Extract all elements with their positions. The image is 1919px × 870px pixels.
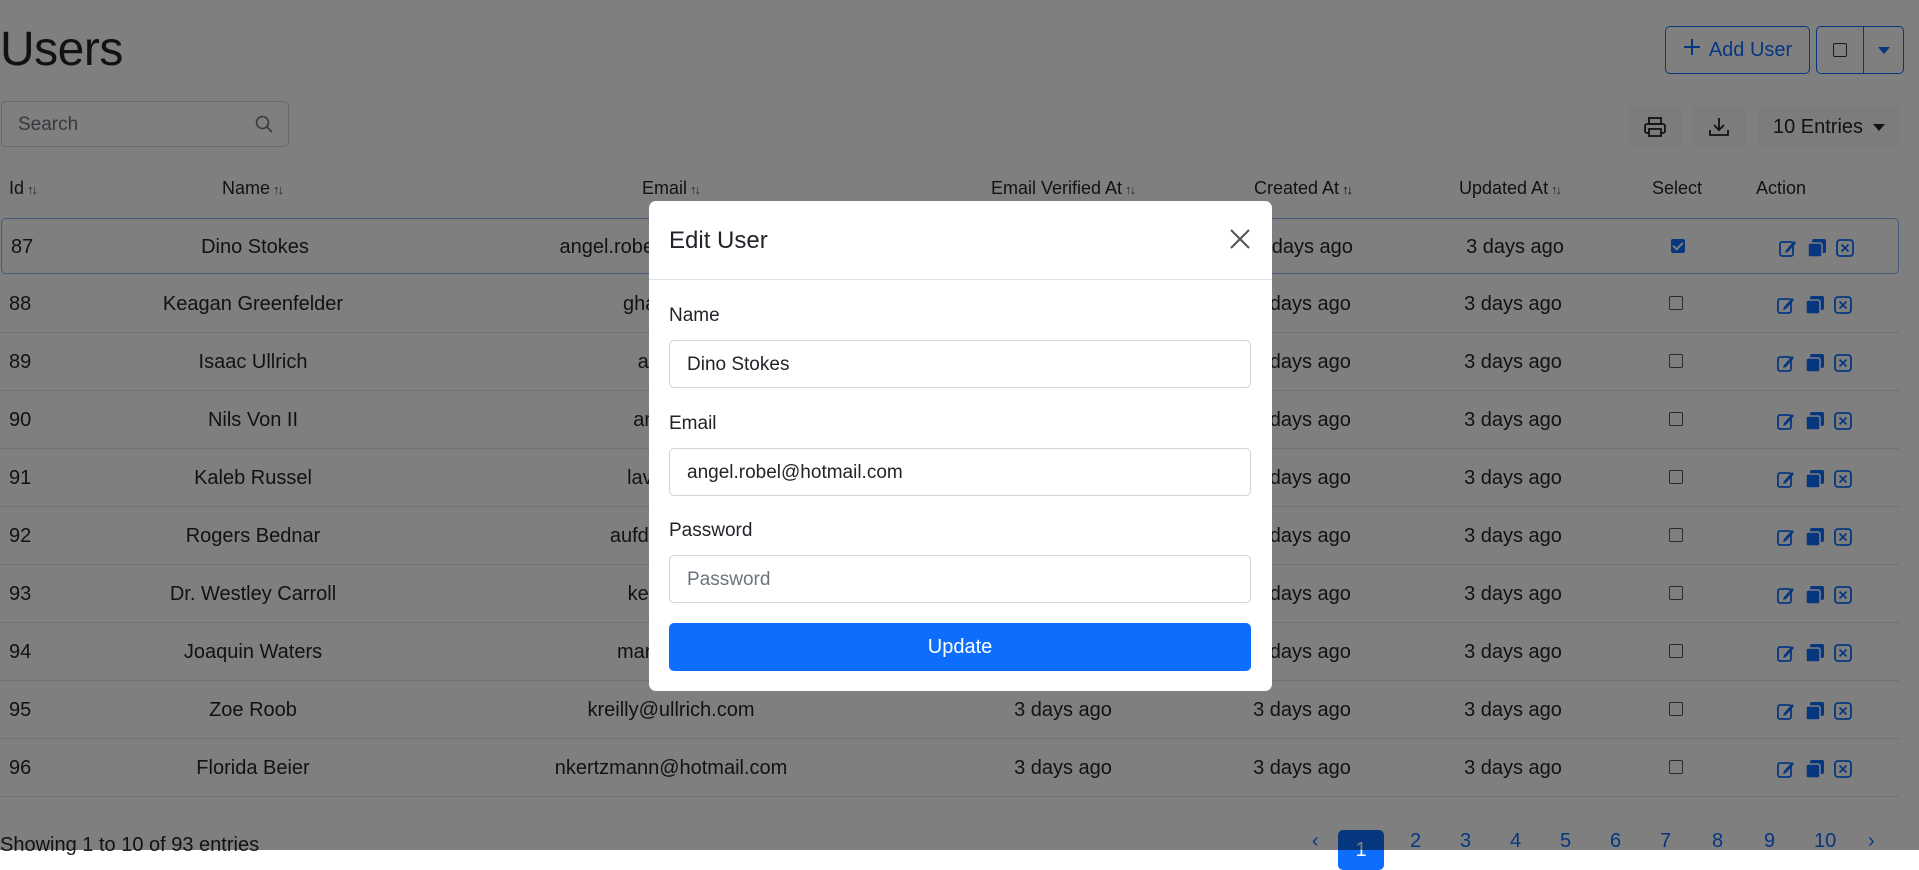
modal-header: Edit User xyxy=(649,201,1272,280)
name-field-box[interactable] xyxy=(669,340,1251,388)
name-field[interactable] xyxy=(685,353,1239,377)
password-field[interactable] xyxy=(685,568,1239,592)
modal-title: Edit User xyxy=(669,227,768,254)
edit-user-modal: Edit User Name Email Password Update xyxy=(649,201,1272,691)
password-field-box[interactable] xyxy=(669,555,1251,603)
password-label: Password xyxy=(669,520,753,541)
email-field-box[interactable] xyxy=(669,448,1251,496)
email-field[interactable] xyxy=(685,461,1239,485)
update-button[interactable]: Update xyxy=(669,623,1251,671)
email-label: Email xyxy=(669,413,717,434)
name-label: Name xyxy=(669,305,720,326)
close-icon[interactable] xyxy=(1228,227,1252,251)
